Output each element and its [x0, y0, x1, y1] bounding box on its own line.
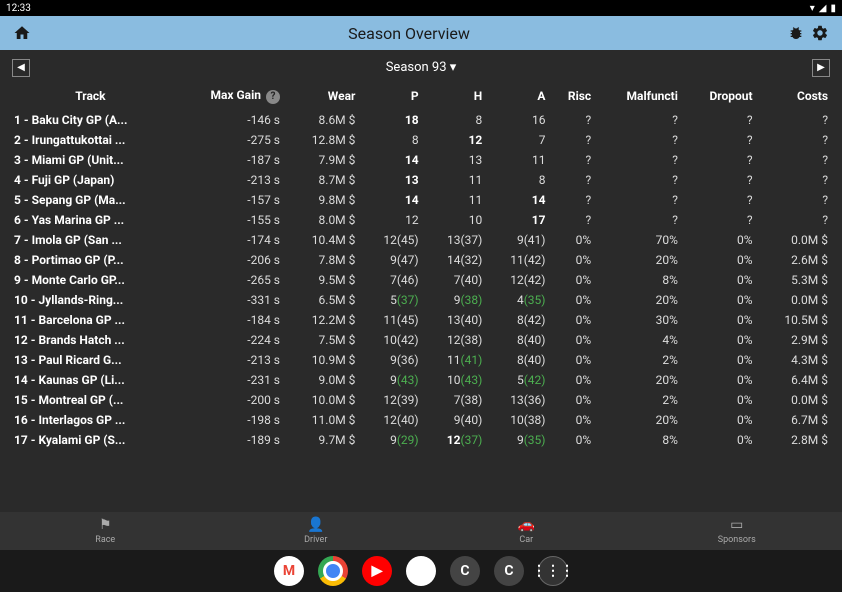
table-row[interactable]: 7 - Imola GP (San ...-174 s10.4M $12(45)…: [10, 230, 832, 250]
app-bar: Season Overview: [0, 16, 842, 50]
apps-drawer-icon[interactable]: ⋮⋮⋮: [538, 556, 568, 586]
col-a: A: [486, 85, 549, 110]
app-icon-1[interactable]: C: [450, 556, 480, 586]
season-selector[interactable]: Season 93 ▾: [386, 60, 457, 75]
wifi-icon: ▾: [810, 3, 815, 14]
gmail-icon[interactable]: M: [274, 556, 304, 586]
car-icon: 🚗: [518, 517, 535, 533]
table-row[interactable]: 11 - Barcelona GP ...-184 s12.2M $11(45)…: [10, 310, 832, 330]
nav-car[interactable]: 🚗 Car: [421, 512, 632, 550]
table-row[interactable]: 15 - Montreal GP (...-200 s10.0M $12(39)…: [10, 390, 832, 410]
youtube-icon[interactable]: ▶: [362, 556, 392, 586]
col-malf: Malfuncti: [595, 85, 682, 110]
bottom-nav: ⚑ Race 👤 Driver 🚗 Car ▭ Sponsors: [0, 512, 842, 550]
col-wear: Wear: [284, 85, 359, 110]
flag-icon: ⚑: [99, 517, 112, 533]
table-row[interactable]: 14 - Kaunas GP (Li...-231 s9.0M $9(43)10…: [10, 370, 832, 390]
table-row[interactable]: 17 - Kyalami GP (S...-189 s9.7M $9(29)12…: [10, 430, 832, 450]
page-title: Season Overview: [34, 24, 784, 43]
table-row[interactable]: 4 - Fuji GP (Japan)-213 s8.7M $13118????: [10, 170, 832, 190]
signal-icon: ◢: [819, 3, 827, 14]
settings-icon[interactable]: [808, 21, 832, 45]
table-row[interactable]: 6 - Yas Marina GP ...-155 s8.0M $121017?…: [10, 210, 832, 230]
table-row[interactable]: 3 - Miami GP (Unit...-187 s7.9M $141311?…: [10, 150, 832, 170]
table-row[interactable]: 12 - Brands Hatch ...-224 s7.5M $10(42)1…: [10, 330, 832, 350]
status-time: 12:33: [6, 3, 31, 14]
help-icon[interactable]: ?: [266, 90, 280, 104]
col-dropout: Dropout: [682, 85, 757, 110]
battery-icon: ▮: [830, 3, 836, 14]
table-row[interactable]: 13 - Paul Ricard G...-213 s10.9M $9(36)1…: [10, 350, 832, 370]
person-icon: 👤: [307, 517, 324, 533]
col-h: H: [423, 85, 487, 110]
photos-icon[interactable]: ✦: [406, 556, 436, 586]
table-row[interactable]: 9 - Monte Carlo GP...-265 s9.5M $7(46)7(…: [10, 270, 832, 290]
col-p: P: [359, 85, 422, 110]
table-row[interactable]: 2 - Irungattukottai ...-275 s12.8M $8127…: [10, 130, 832, 150]
app-icon-2[interactable]: C: [494, 556, 524, 586]
nav-race[interactable]: ⚑ Race: [0, 512, 211, 550]
prev-season-button[interactable]: ◀: [12, 59, 30, 77]
status-icons: ▾ ◢ ▮: [810, 3, 836, 14]
table-row[interactable]: 10 - Jyllands-Ring...-331 s6.5M $5(37)9(…: [10, 290, 832, 310]
table-row[interactable]: 8 - Portimao GP (P...-206 s7.8M $9(47)14…: [10, 250, 832, 270]
chrome-icon[interactable]: [318, 556, 348, 586]
bug-icon[interactable]: [784, 21, 808, 45]
col-risc: Risc: [549, 85, 595, 110]
table-row[interactable]: 16 - Interlagos GP ...-198 s11.0M $12(40…: [10, 410, 832, 430]
col-max-gain: Max Gain ?: [171, 85, 284, 110]
status-bar: 12:33 ▾ ◢ ▮: [0, 0, 842, 16]
home-button[interactable]: [10, 21, 34, 45]
season-table: Track Max Gain ? Wear P H A Risc Malfunc…: [0, 81, 842, 450]
col-track: Track: [10, 85, 171, 110]
table-header-row: Track Max Gain ? Wear P H A Risc Malfunc…: [10, 85, 832, 110]
nav-driver[interactable]: 👤 Driver: [211, 512, 422, 550]
system-nav: M ▶ ✦ C C ⋮⋮⋮: [0, 550, 842, 592]
next-season-button[interactable]: ▶: [812, 59, 830, 77]
table-row[interactable]: 5 - Sepang GP (Ma...-157 s9.8M $141114??…: [10, 190, 832, 210]
col-costs: Costs: [757, 85, 832, 110]
nav-sponsors[interactable]: ▭ Sponsors: [632, 512, 842, 550]
sponsors-icon: ▭: [730, 517, 743, 533]
season-nav: ◀ Season 93 ▾ ▶: [0, 50, 842, 81]
table-row[interactable]: 1 - Baku City GP (A...-146 s8.6M $18816?…: [10, 110, 832, 130]
